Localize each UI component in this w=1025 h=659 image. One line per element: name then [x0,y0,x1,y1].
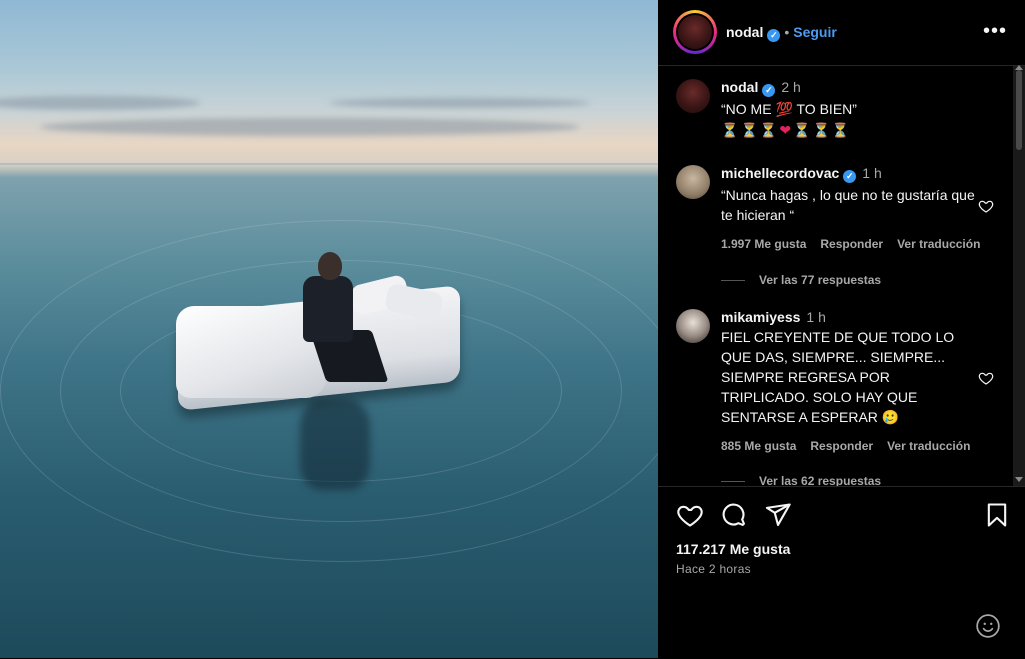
translate-button[interactable]: Ver traducción [897,237,980,251]
comment-username[interactable]: mikamiyess [721,309,800,325]
view-replies-button[interactable]: Ver las 62 respuestas [721,474,881,486]
comment-icon[interactable] [720,501,748,529]
translate-button[interactable]: Ver traducción [887,439,970,453]
cloud [330,98,590,108]
view-replies-button[interactable]: Ver las 77 respuestas [721,273,881,287]
likes-count[interactable]: 117.217 Me gusta [676,541,790,557]
post-timestamp: Hace 2 horas [676,562,751,576]
comment-username[interactable]: michellecordovac [721,165,839,181]
cloud [40,118,580,136]
person-head [318,252,342,280]
author-avatar[interactable] [678,15,712,49]
caption-time: 2 h [781,79,801,95]
comment-time: 1 h [806,309,826,325]
separator-dot: • [784,24,790,40]
reply-button[interactable]: Responder [820,237,883,251]
follow-button[interactable]: Seguir [793,24,837,40]
comment-text: “Nunca hagas , lo que no te gustaría que… [721,187,975,223]
verified-badge-icon: ✓ [762,84,776,97]
comment-likes[interactable]: 1.997 Me gusta [721,237,806,251]
author-avatar[interactable] [676,79,710,113]
more-options-icon[interactable]: ••• [983,20,1007,43]
caption-username[interactable]: nodal [721,79,758,95]
scroll-down-arrow-icon[interactable] [1015,477,1023,482]
post-header: nodal ✓ • Seguir ••• [658,0,1025,66]
heart-icon[interactable] [676,501,704,529]
author-username[interactable]: nodal [726,24,763,40]
caption-emoji-row: ⏳⏳⏳❤⏳⏳⏳ [721,122,852,138]
person-body [303,276,353,342]
comment-text: FIEL CREYENTE DE QUE TODO LO QUE DAS, SI… [721,329,955,425]
post-actions: 117.217 Me gusta Hace 2 horas [658,486,1025,659]
commenter-avatar[interactable] [676,309,710,343]
comment-likes[interactable]: 885 Me gusta [721,439,796,453]
reflection [300,400,370,490]
share-icon[interactable] [764,501,792,529]
commenter-avatar[interactable] [676,165,710,199]
bookmark-icon[interactable] [983,501,1011,529]
comment-meta: 1.997 Me gusta Responder Ver traducción [721,237,980,251]
comment-like-icon[interactable] [978,198,994,214]
horizon [0,163,658,165]
verified-badge-icon: ✓ [843,170,857,183]
caption-text: “NO ME 💯 TO BIEN” [721,101,857,117]
author-header-line: nodal ✓ • Seguir [726,24,837,42]
verified-badge-icon: ✓ [767,29,781,42]
post-photo[interactable] [0,0,658,658]
comments-list[interactable]: nodal ✓ 2 h “NO ME 💯 TO BIEN” ⏳⏳⏳❤⏳⏳⏳ mich… [658,66,1013,486]
emoji-icon[interactable] [975,613,1001,639]
post-side-panel: nodal ✓ • Seguir ••• nodal ✓ 2 h “NO ME 💯 TO … [658,0,1025,658]
scrollbar-thumb[interactable] [1016,70,1022,150]
author-avatar-ring[interactable] [673,10,717,54]
comment-like-icon[interactable] [978,370,994,386]
cloud [0,96,200,110]
reply-button[interactable]: Responder [810,439,873,453]
comments-scrollbar[interactable] [1013,65,1025,486]
comment-time: 1 h [862,165,882,181]
comment-meta: 885 Me gusta Responder Ver traducción [721,439,976,453]
